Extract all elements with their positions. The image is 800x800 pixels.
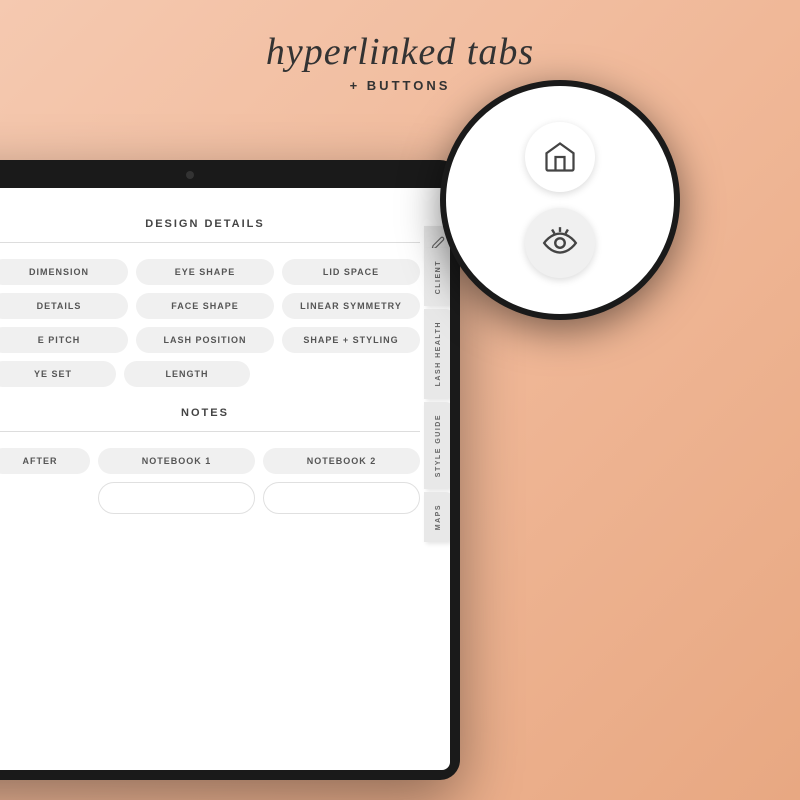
eye-button[interactable]	[525, 208, 595, 278]
header-subtitle: + BUTTONS	[0, 78, 800, 93]
side-tab-maps[interactable]: MAPS	[424, 492, 450, 542]
pill-row-1: DIMENSION EYE SHAPE LID SPACE	[0, 259, 420, 285]
screen-content: DESIGN DETAILS DIMENSION EYE SHAPE LID S…	[0, 188, 450, 770]
tablet-camera	[186, 171, 194, 179]
pill-after[interactable]: AFTER	[0, 448, 90, 474]
magnifier-circle	[440, 80, 680, 320]
divider-1	[0, 242, 420, 243]
pill-row-4: YE SET LENGTH	[0, 361, 250, 387]
tablet-screen: DESIGN DETAILS DIMENSION EYE SHAPE LID S…	[0, 188, 450, 770]
header-title: hyperlinked tabs	[0, 30, 800, 74]
pill-details[interactable]: DETAILS	[0, 293, 128, 319]
pill-lash-position[interactable]: LASH POSITION	[136, 327, 274, 353]
magnifier-content	[505, 102, 615, 298]
side-tab-lash-health-label: LASH HEALTH	[435, 321, 442, 386]
pill-notebook2[interactable]: NOTEBOOK 2	[263, 448, 420, 474]
pill-notebook1[interactable]: NOTEBOOK 1	[98, 448, 255, 474]
pill-dimension[interactable]: DIMENSION	[0, 259, 128, 285]
pill-row-2: DETAILS FACE SHAPE LINEAR SYMMETRY	[0, 293, 420, 319]
tablet-device: DESIGN DETAILS DIMENSION EYE SHAPE LID S…	[0, 160, 460, 780]
eye-icon	[541, 224, 579, 262]
notes-section: NOTES AFTER NOTEBOOK 1 NOTEBOOK 2	[0, 407, 420, 514]
side-tabs-container: CLIENT LASH HEALTH STYLE GUIDE MAPS	[424, 248, 450, 710]
pill-eye-shape[interactable]: EYE SHAPE	[136, 259, 274, 285]
notes-row-2	[0, 482, 420, 514]
side-tab-maps-label: MAPS	[435, 504, 442, 530]
pill-empty-2[interactable]	[263, 482, 420, 514]
side-tab-client-label: CLIENT	[435, 260, 442, 294]
header-area: hyperlinked tabs + BUTTONS	[0, 30, 800, 93]
pill-shape-styling[interactable]: SHAPE + STYLING	[282, 327, 420, 353]
pill-face-shape[interactable]: FACE SHAPE	[136, 293, 274, 319]
divider-2	[0, 431, 420, 432]
pill-length[interactable]: LENGTH	[124, 361, 250, 387]
home-icon	[542, 139, 578, 175]
design-details-title: DESIGN DETAILS	[0, 218, 420, 230]
home-button[interactable]	[525, 122, 595, 192]
side-tab-style-guide[interactable]: STYLE GUIDE	[424, 402, 450, 489]
side-tab-lash-health[interactable]: LASH HEALTH	[424, 309, 450, 398]
side-tab-client[interactable]: CLIENT	[424, 248, 450, 306]
pill-eye-set[interactable]: YE SET	[0, 361, 116, 387]
side-tab-style-guide-label: STYLE GUIDE	[435, 414, 442, 477]
pill-linear-symmetry[interactable]: LINEAR SYMMETRY	[282, 293, 420, 319]
pill-pitch[interactable]: E PITCH	[0, 327, 128, 353]
notes-title: NOTES	[0, 407, 420, 419]
pill-empty-1[interactable]	[98, 482, 255, 514]
pill-lid-space[interactable]: LID SPACE	[282, 259, 420, 285]
pill-row-3: E PITCH LASH POSITION SHAPE + STYLING	[0, 327, 420, 353]
notes-row-1: AFTER NOTEBOOK 1 NOTEBOOK 2	[0, 448, 420, 474]
